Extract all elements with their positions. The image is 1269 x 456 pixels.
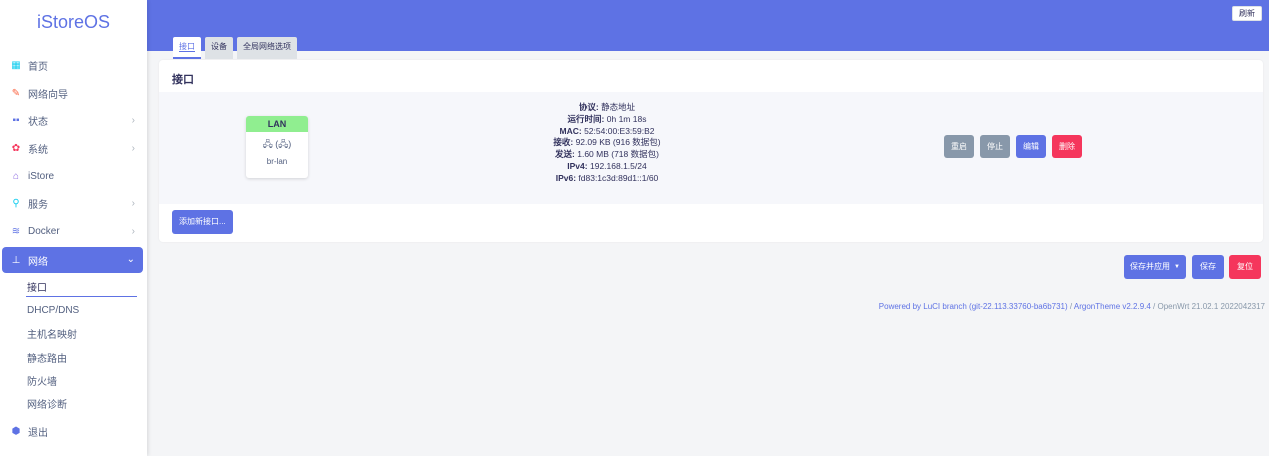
wizard-icon: ✎	[11, 87, 21, 99]
ethernet-port-icon: 🖧 (🖧)	[262, 139, 292, 149]
ipv4-value: 192.168.1.5/24	[589, 160, 647, 171]
sidebar-item-system[interactable]: ✿ 系统 ›	[0, 135, 147, 163]
interface-details: 协议: 静态地址 运行时间: 0h 1m 18s MAC: 52:54:00:E…	[491, 102, 723, 185]
sidebar-item-label: 服务	[28, 200, 48, 212]
sidebar-item-network[interactable]: ⊥ 网络 ⌄	[2, 247, 143, 274]
caret-down-icon[interactable]: ▼	[1174, 255, 1180, 279]
rx-value: 92.09 KB (916 数据包)	[575, 137, 661, 148]
interface-badge: LAN 🖧 (🖧) br-lan	[246, 116, 308, 178]
sidebar-subitem-static-routes[interactable]: 静态路由	[0, 345, 147, 368]
services-icon: ⚲	[12, 198, 20, 210]
protocol-label: 协议:	[578, 102, 599, 112]
store-icon: ⌂	[12, 170, 20, 182]
ipv4-label: IPv4:	[567, 160, 588, 171]
sidebar: iStoreOS ▦ 首页 ✎ 网络向导 ▪▪ 状态 › ✿ 系统 › ⌂ iS…	[0, 0, 147, 456]
refresh-button[interactable]: 刷新	[1232, 6, 1262, 21]
stop-button[interactable]: 停止	[980, 135, 1010, 158]
sidebar-item-label: 系统	[28, 145, 48, 157]
sidebar-item-label: 状态	[28, 117, 48, 129]
status-icon: ▪▪	[12, 115, 20, 127]
tx-label: 发送:	[555, 149, 575, 160]
top-header: 刷新 接口 设备 全局网络选项	[147, 0, 1269, 59]
sidebar-item-label: 网络向导	[28, 89, 68, 101]
chevron-right-icon: ›	[131, 197, 135, 209]
chevron-down-icon: ⌄	[126, 254, 135, 266]
uptime-value: 0h 1m 18s	[606, 113, 647, 124]
ipv6-value: fd83:1c3d:89d1::1/60	[578, 172, 659, 183]
tab-label: 接口	[179, 42, 195, 52]
interface-row: LAN 🖧 (🖧) br-lan 协议: 静态地址 运行时间: 0h 1m 18…	[159, 92, 1263, 204]
interfaces-card: 接口 LAN 🖧 (🖧) br-lan 协议: 静态地址 运行时间: 0h 1m…	[159, 60, 1263, 242]
tx-value: 1.60 MB (718 数据包)	[577, 149, 659, 160]
sidebar-subitem-firewall[interactable]: 防火墙	[0, 369, 147, 392]
sidebar-subitem-interfaces[interactable]: 接口	[0, 275, 147, 298]
tab-interfaces[interactable]: 接口	[173, 37, 201, 59]
mac-label: MAC:	[559, 125, 582, 136]
save-button[interactable]: 保存	[1192, 255, 1224, 279]
save-apply-label: 保存并应用	[1130, 262, 1170, 271]
brand-logo[interactable]: iStoreOS	[0, 0, 147, 44]
luci-link[interactable]: Powered by LuCI branch (git-22.113.33760…	[879, 302, 1068, 311]
sidebar-item-label: Docker	[28, 225, 60, 237]
home-icon: ▦	[11, 60, 21, 72]
chevron-right-icon: ›	[131, 225, 135, 237]
sidebar-item-label: 首页	[28, 62, 48, 74]
interface-device: br-lan	[266, 157, 288, 166]
uptime-label: 运行时间:	[567, 113, 605, 124]
tab-label: 设备	[211, 42, 227, 51]
sidebar-subitem-dhcp-dns[interactable]: DHCP/DNS	[0, 299, 147, 322]
sidebar-item-label: iStore	[28, 170, 55, 182]
card-title: 接口	[172, 74, 194, 86]
openwrt-version: / OpenWrt 21.02.1 2022042317	[1150, 302, 1265, 311]
tab-label: 全局网络选项	[243, 42, 291, 51]
logout-icon: ⬢	[11, 425, 21, 437]
sidebar-subitem-hostnames[interactable]: 主机名映射	[0, 322, 147, 345]
gear-icon: ✿	[11, 143, 21, 155]
sidebar-menu-bottom: ⬢ 退出	[0, 418, 147, 446]
sidebar-item-label: 网络	[28, 256, 48, 268]
edit-button[interactable]: 编辑	[1016, 135, 1046, 158]
network-icon: ⊥	[11, 254, 21, 266]
sidebar-item-istore[interactable]: ⌂ iStore	[0, 162, 147, 190]
protocol-value: 静态地址	[601, 102, 636, 112]
footer: Powered by LuCI branch (git-22.113.33760…	[879, 302, 1265, 311]
sidebar-item-home[interactable]: ▦ 首页	[0, 52, 147, 80]
rx-label: 接收:	[553, 137, 574, 148]
sidebar-menu: ▦ 首页 ✎ 网络向导 ▪▪ 状态 › ✿ 系统 › ⌂ iStore ⚲ 服务…	[0, 52, 147, 274]
save-apply-button[interactable]: 保存并应用 ▼	[1124, 255, 1186, 279]
sidebar-subitem-diagnostics[interactable]: 网络诊断	[0, 392, 147, 415]
sidebar-item-wizard[interactable]: ✎ 网络向导	[0, 80, 147, 108]
interface-actions: 重启 停止 编辑 删除	[944, 135, 1082, 158]
docker-icon: ≋	[11, 225, 21, 237]
reset-button[interactable]: 复位	[1229, 255, 1261, 279]
chevron-right-icon: ›	[131, 142, 135, 154]
chevron-right-icon: ›	[131, 115, 135, 127]
sidebar-item-label: 退出	[28, 427, 48, 439]
tab-devices[interactable]: 设备	[205, 37, 233, 59]
interface-name: LAN	[246, 116, 308, 132]
restart-button[interactable]: 重启	[944, 135, 974, 158]
sidebar-item-services[interactable]: ⚲ 服务 ›	[0, 190, 147, 218]
add-interface-button[interactable]: 添加新接口...	[172, 210, 233, 234]
sidebar-item-docker[interactable]: ≋ Docker ›	[0, 218, 147, 246]
tab-bar: 接口 设备 全局网络选项	[173, 37, 297, 59]
sidebar-item-logout[interactable]: ⬢ 退出	[0, 418, 147, 446]
argon-theme-link[interactable]: ArgonTheme v2.2.9.4	[1074, 302, 1151, 311]
mac-value: 52:54:00:E3:59:B2	[584, 125, 655, 136]
tab-global-options[interactable]: 全局网络选项	[237, 37, 297, 59]
delete-button[interactable]: 删除	[1052, 135, 1082, 158]
network-submenu: 接口 DHCP/DNS 主机名映射 静态路由 防火墙 网络诊断	[0, 275, 147, 415]
ipv6-label: IPv6:	[555, 172, 577, 183]
sidebar-item-status[interactable]: ▪▪ 状态 ›	[0, 107, 147, 135]
